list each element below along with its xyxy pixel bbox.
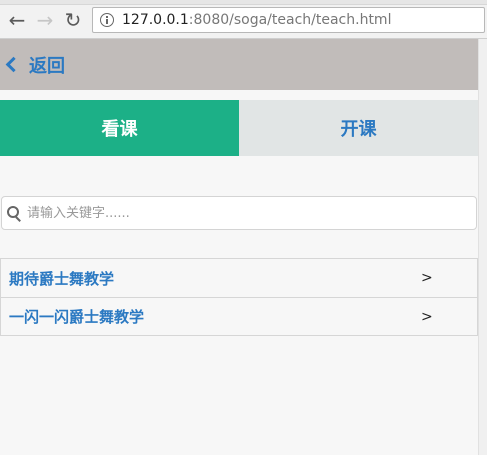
tab-open-course[interactable]: 开课 [239,100,478,156]
course-tabs: 看课 开课 [0,100,478,156]
app-header: 返回 [0,39,478,90]
list-item[interactable]: 期待爵士舞教学 > [0,258,478,297]
chevron-right-icon: > [421,309,433,325]
tab-watch-course[interactable]: 看课 [0,100,239,156]
chevron-right-icon: > [421,270,433,286]
browser-reload-icon[interactable]: ↻ [62,9,84,31]
browser-toolbar: ← → ↻ 127.0.0.1 :8080/soga/teach/teach.h… [0,0,487,39]
url-host: 127.0.0.1 [122,12,189,28]
course-title[interactable]: 一闪一闪爵士舞教学 [9,306,144,327]
back-button[interactable]: 返回 [4,52,65,78]
course-title[interactable]: 期待爵士舞教学 [9,268,114,289]
list-item[interactable]: 一闪一闪爵士舞教学 > [0,297,478,336]
url-path: :8080/soga/teach/teach.html [188,12,392,28]
browser-back-icon[interactable]: ← [6,9,28,31]
back-label: 返回 [29,55,65,77]
search-icon [6,205,22,221]
course-list: 期待爵士舞教学 > 一闪一闪爵士舞教学 > [0,258,478,336]
page-scrollbar[interactable] [478,39,487,455]
address-bar[interactable]: 127.0.0.1 :8080/soga/teach/teach.html [92,7,485,33]
browser-tabstrip [0,0,487,5]
info-icon[interactable] [100,13,114,27]
search-box[interactable] [1,196,477,230]
chevron-left-icon [5,56,22,73]
browser-forward-icon[interactable]: → [34,9,56,31]
search-input[interactable] [25,198,469,228]
